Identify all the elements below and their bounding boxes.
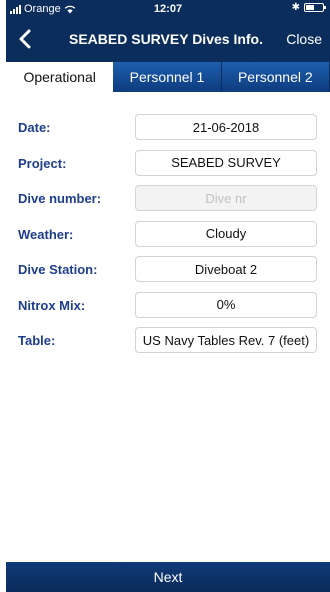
date-label: Date: [18, 120, 51, 135]
table-label: Table: [18, 333, 56, 348]
tab-personnel-2[interactable]: Personnel 2 [221, 62, 330, 92]
form-row-table: Table: US Navy Tables Rev. 7 (feet) [6, 325, 330, 361]
bluetooth-icon: ✱ [291, 2, 300, 13]
back-button[interactable] [10, 24, 40, 54]
next-button[interactable]: Next [6, 562, 330, 592]
form-row-dive-station: Dive Station: Diveboat 2 [6, 254, 330, 290]
form-row-dive-number: Dive number: Dive nr [6, 183, 330, 219]
tab-operational[interactable]: Operational [6, 62, 114, 92]
battery-icon [304, 3, 326, 12]
date-field[interactable]: 21-06-2018 [135, 114, 317, 140]
page-title: SEABED SURVEY Dives Info. [69, 31, 263, 47]
status-time: 12:07 [153, 3, 183, 15]
tab-personnel-1[interactable]: Personnel 1 [113, 62, 222, 92]
project-label: Project: [18, 155, 67, 171]
form-row-nitrox-mix: Nitrox Mix: 0% [6, 290, 330, 326]
form-row-weather: Weather: Cloudy [6, 219, 330, 255]
status-right: ✱ [291, 2, 326, 13]
weather-field[interactable]: Cloudy [135, 220, 317, 247]
form-row-date: Date: 21-06-2018 [6, 112, 330, 148]
project-field[interactable]: SEABED SURVEY [135, 149, 317, 176]
status-bar: Orange 12:07 ✱ [6, 0, 330, 18]
nitrox-mix-label: Nitrox Mix: [18, 297, 86, 313]
navigation-bar: SEABED SURVEY Dives Info. Close [6, 18, 330, 62]
form-row-project: Project: SEABED SURVEY [6, 148, 330, 184]
dive-station-label: Dive Station: [18, 262, 98, 277]
chevron-left-icon [19, 29, 31, 49]
dive-number-label: Dive number: [18, 191, 102, 206]
dive-station-field[interactable]: Diveboat 2 [135, 256, 317, 282]
nitrox-mix-field[interactable]: 0% [135, 291, 317, 318]
operational-form: Date: 21-06-2018 Project: SEABED SURVEY … [6, 112, 330, 361]
app-screen: Orange 12:07 ✱ SEABED SURVEY Dives Info.… [6, 0, 330, 592]
table-field[interactable]: US Navy Tables Rev. 7 (feet) [135, 327, 317, 353]
weather-label: Weather: [18, 226, 74, 242]
close-button[interactable]: Close [286, 31, 322, 47]
dive-number-field[interactable]: Dive nr [135, 185, 317, 211]
tab-bar: Operational Personnel 1 Personnel 2 [6, 62, 330, 92]
